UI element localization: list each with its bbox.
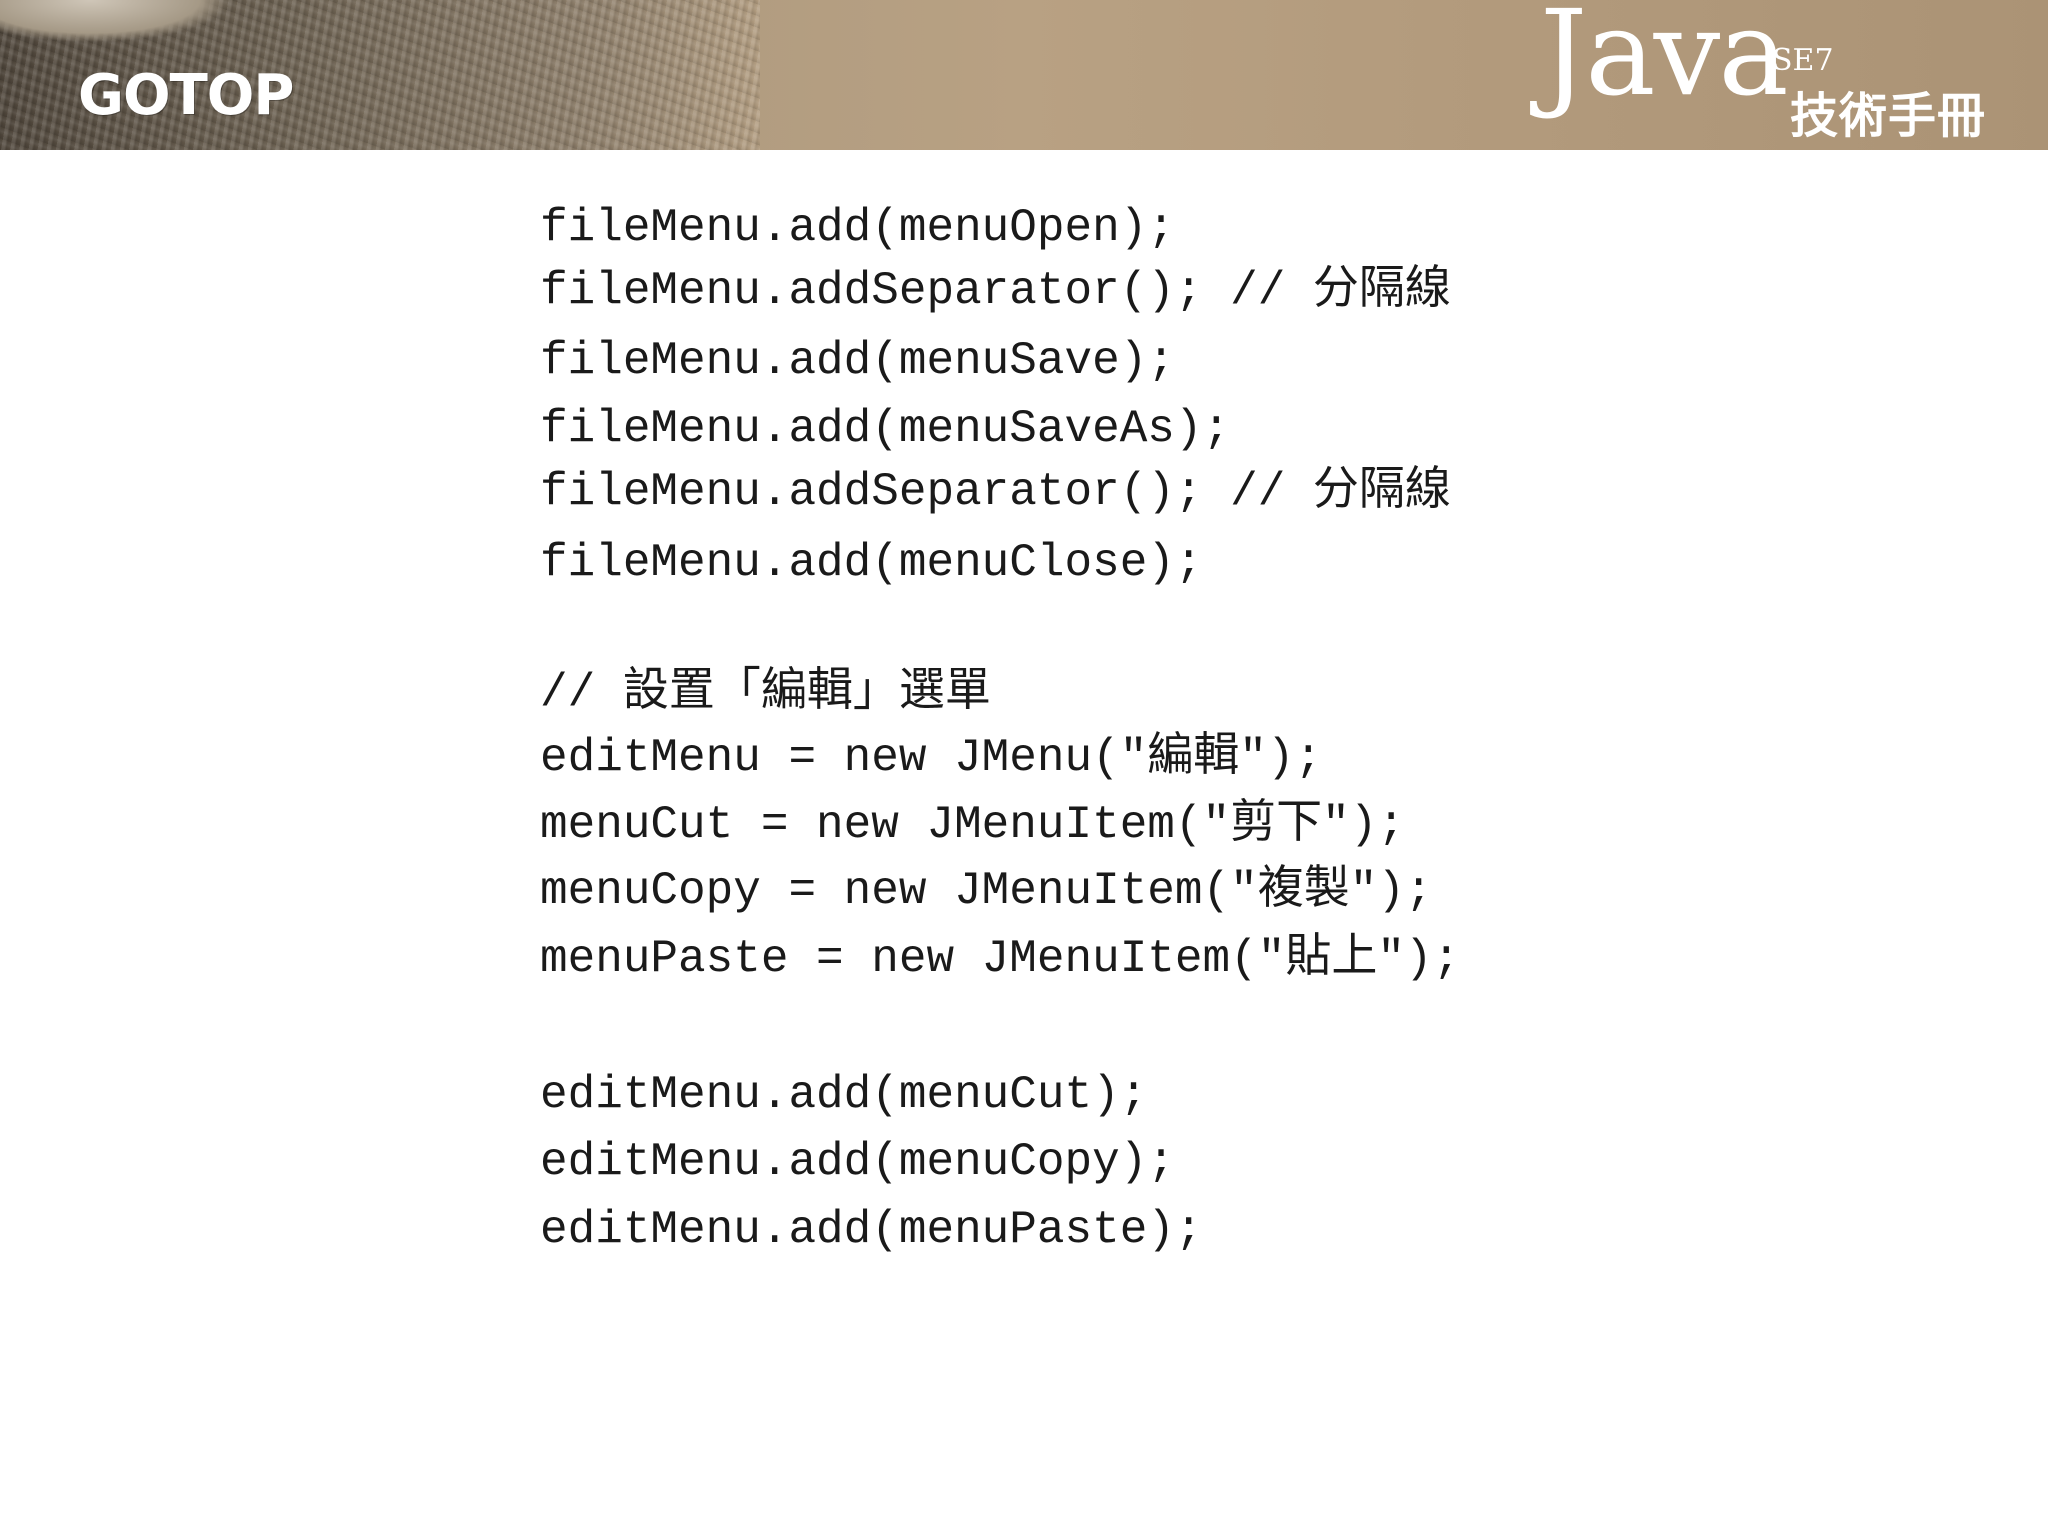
java-logo-subtitle: 技術手冊 bbox=[1790, 88, 1987, 144]
code-line: fileMenu.add(menuOpen); bbox=[540, 202, 1175, 254]
code-line: editMenu.add(menuPaste); bbox=[540, 1204, 1203, 1256]
code-line: editMenu = new JMenu("編輯"); bbox=[540, 732, 1323, 784]
code-line: menuCut = new JMenuItem("剪下"); bbox=[540, 799, 1405, 851]
gotop-logo: GOTOP bbox=[78, 63, 294, 128]
code-line: fileMenu.add(menuClose); bbox=[540, 537, 1203, 589]
code-line: menuCopy = new JMenuItem("複製"); bbox=[540, 865, 1433, 917]
code-line: fileMenu.add(menuSaveAs); bbox=[540, 403, 1231, 455]
code-line: fileMenu.add(menuSave); bbox=[540, 335, 1175, 387]
code-line: fileMenu.addSeparator(); // 分隔線 bbox=[540, 265, 1451, 317]
java-book-logo: Java SE7 技術手冊 bbox=[1540, 0, 2040, 150]
code-line: editMenu.add(menuCopy); bbox=[540, 1136, 1175, 1188]
java-logo-title: Java bbox=[1540, 0, 1789, 122]
code-line: fileMenu.addSeparator(); // 分隔線 bbox=[540, 466, 1451, 518]
code-comment-line: // 設置「編輯」選單 bbox=[540, 667, 991, 719]
java-logo-edition: SE7 bbox=[1772, 43, 1834, 78]
code-line: menuPaste = new JMenuItem("貼上"); bbox=[540, 933, 1461, 985]
slide: GOTOP Java SE7 技術手冊 fileMenu.add(menuOpe… bbox=[0, 0, 2048, 1536]
code-line: editMenu.add(menuCut); bbox=[540, 1069, 1148, 1121]
header-banner: GOTOP Java SE7 技術手冊 bbox=[0, 0, 2048, 150]
